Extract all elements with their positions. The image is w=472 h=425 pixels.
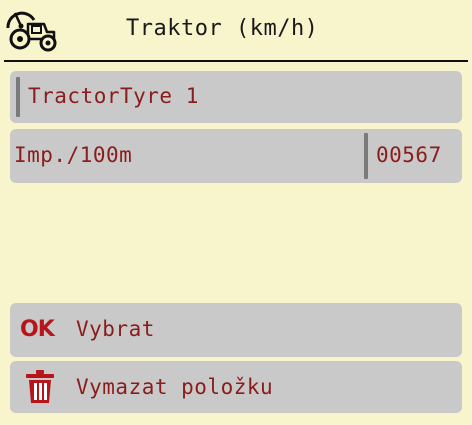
impulse-field[interactable]: Imp./100m 00567 — [10, 129, 462, 183]
ok-icon: OK — [20, 317, 55, 342]
delete-label: Vymazat položku — [76, 375, 274, 399]
page-title: Traktor (km/h) — [126, 16, 319, 41]
text-cursor — [16, 77, 20, 117]
impulse-value: 00567 — [376, 143, 442, 167]
select-button[interactable]: OK Vybrat — [10, 303, 462, 357]
trash-icon — [26, 370, 54, 403]
header-bar: Traktor (km/h) — [0, 0, 472, 62]
tyre-name-value: TractorTyre 1 — [28, 84, 199, 108]
tyre-name-field[interactable]: TractorTyre 1 — [10, 71, 462, 123]
impulse-label: Imp./100m — [14, 143, 133, 167]
header-divider — [4, 60, 468, 62]
select-label: Vybrat — [76, 317, 155, 341]
delete-item-button[interactable]: Vymazat položku — [10, 361, 462, 413]
tractor-speed-icon — [6, 11, 57, 52]
value-divider — [364, 133, 368, 179]
